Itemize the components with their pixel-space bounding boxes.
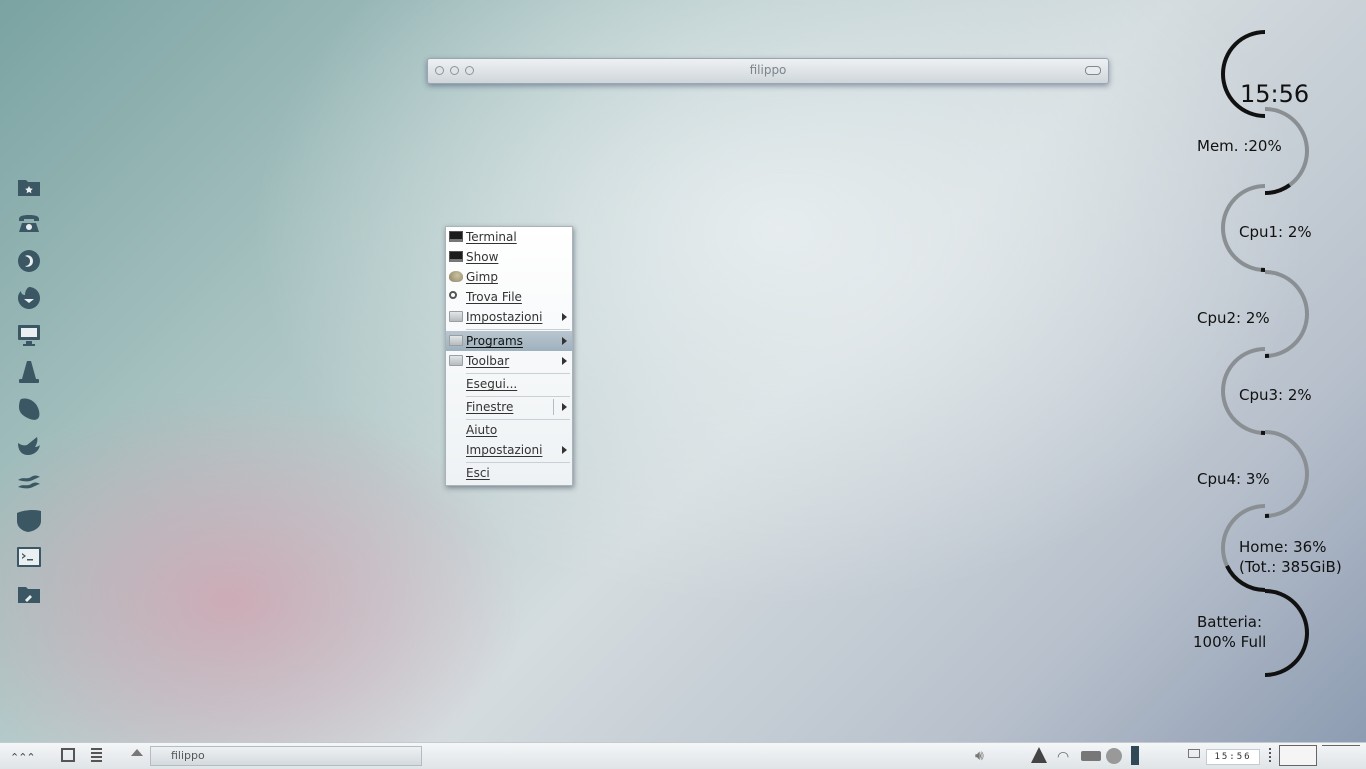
shield-icon[interactable] bbox=[14, 501, 44, 538]
settings-folder-icon[interactable] bbox=[14, 575, 44, 612]
panel-separator bbox=[1269, 748, 1271, 762]
monitor-icon bbox=[449, 251, 463, 262]
menu-item-trova-file[interactable]: Trova File bbox=[446, 287, 572, 307]
menu-item-label: Show bbox=[466, 247, 498, 267]
menu-item-label: Esci bbox=[466, 463, 490, 483]
menu-item-impostazioni-2[interactable]: Impostazioni bbox=[446, 440, 572, 460]
submenu-arrow-icon bbox=[562, 446, 567, 454]
menu-item-finestre[interactable]: Finestre bbox=[446, 397, 572, 417]
menu-item-label: Programs bbox=[466, 331, 523, 351]
menu-item-label: Esegui... bbox=[466, 374, 517, 394]
conky-battery-label: Batteria: bbox=[1197, 613, 1262, 631]
menu-item-label: Terminal bbox=[466, 227, 517, 247]
submenu-arrow-icon bbox=[562, 337, 567, 345]
conky-mem-label: Mem. :20% bbox=[1197, 137, 1282, 155]
menu-item-label: Impostazioni bbox=[466, 440, 542, 460]
menu-item-label: Trova File bbox=[466, 287, 522, 307]
desktop-context-menu: Terminal Show Gimp Trova File Impostazio… bbox=[445, 226, 573, 486]
conky-monitor: 15:56 Mem. :20% Cpu1: 2% Cpu2: 2% Cpu3: … bbox=[1180, 28, 1366, 708]
folder-icon bbox=[449, 335, 463, 346]
menu-item-esegui[interactable]: Esegui... bbox=[446, 374, 572, 394]
menu-item-label: Aiuto bbox=[466, 420, 497, 440]
monitor-icon[interactable] bbox=[14, 316, 44, 353]
thunderbird-icon[interactable] bbox=[14, 279, 44, 316]
folder-icon bbox=[449, 311, 463, 322]
menu-item-gimp[interactable]: Gimp bbox=[446, 267, 572, 287]
menu-item-toolbar[interactable]: Toolbar bbox=[446, 351, 572, 371]
bottom-panel: ⌃⌃⌃ filippo 🔊︎ ◠ 15:56 bbox=[0, 742, 1366, 769]
menu-separator bbox=[466, 329, 570, 330]
mem-arc-fill bbox=[1265, 185, 1290, 193]
conky-cpu3-label: Cpu3: 2% bbox=[1239, 386, 1312, 404]
search-icon bbox=[449, 291, 457, 299]
battery-arc-track bbox=[1265, 591, 1307, 675]
left-dock bbox=[14, 168, 44, 612]
conky-home-total: (Tot.: 385GiB) bbox=[1239, 558, 1342, 576]
arch-icon[interactable] bbox=[1031, 747, 1047, 763]
update-icon[interactable] bbox=[1106, 748, 1122, 764]
panel-clock[interactable]: 15:56 bbox=[1206, 749, 1260, 765]
folder-icon bbox=[449, 355, 463, 366]
menu-item-label: Impostazioni bbox=[466, 307, 542, 327]
conky-clock: 15:56 bbox=[1240, 80, 1309, 108]
conky-cpu2-label: Cpu2: 2% bbox=[1197, 309, 1270, 327]
cpu2-arc-track bbox=[1265, 272, 1307, 356]
terminal-icon bbox=[449, 231, 463, 242]
conky-cpu1-label: Cpu1: 2% bbox=[1239, 223, 1312, 241]
app-window-titlebar[interactable]: filippo bbox=[427, 58, 1109, 84]
shade-button[interactable] bbox=[1085, 66, 1101, 75]
menu-item-label: Finestre bbox=[466, 397, 513, 417]
taskbar-button[interactable]: filippo bbox=[150, 746, 422, 766]
wifi-icon[interactable]: ◠ bbox=[1057, 749, 1069, 765]
battery-arc-fill bbox=[1265, 591, 1307, 675]
cpu4-arc-track bbox=[1265, 432, 1307, 516]
conky-arcs bbox=[1180, 28, 1366, 708]
menu-item-show[interactable]: Show bbox=[446, 247, 572, 267]
conky-cpu4-label: Cpu4: 3% bbox=[1197, 470, 1270, 488]
list-icon[interactable] bbox=[91, 748, 102, 763]
phone-icon[interactable] bbox=[14, 205, 44, 242]
home-icon[interactable] bbox=[131, 749, 143, 756]
workspace-2[interactable] bbox=[1322, 745, 1360, 766]
menu-item-label: Toolbar bbox=[466, 351, 509, 371]
menu-item-impostazioni[interactable]: Impostazioni bbox=[446, 307, 572, 327]
up-arrows-icon[interactable]: ⌃⌃⌃ bbox=[10, 751, 35, 764]
libreoffice-icon[interactable] bbox=[14, 464, 44, 501]
fullscreen-icon[interactable] bbox=[61, 748, 75, 762]
conky-home-label: Home: 36% bbox=[1239, 538, 1326, 556]
submenu-arrow-icon bbox=[562, 313, 567, 321]
battery-icon[interactable] bbox=[1081, 751, 1101, 761]
mail-icon[interactable] bbox=[1188, 749, 1200, 758]
menu-item-terminal[interactable]: Terminal bbox=[446, 227, 572, 247]
submenu-arrow-icon bbox=[562, 357, 567, 365]
menu-divider bbox=[553, 399, 554, 415]
submenu-arrow-icon bbox=[562, 403, 567, 411]
home-folder-icon[interactable] bbox=[14, 168, 44, 205]
firefox-icon[interactable] bbox=[14, 242, 44, 279]
terminal-icon[interactable] bbox=[14, 538, 44, 575]
menu-item-label: Gimp bbox=[466, 267, 498, 287]
menu-item-esci[interactable]: Esci bbox=[446, 463, 572, 483]
volume-icon[interactable]: 🔊︎ bbox=[975, 748, 984, 764]
menu-item-aiuto[interactable]: Aiuto bbox=[446, 420, 572, 440]
menu-item-programs[interactable]: Programs bbox=[446, 331, 572, 351]
pidgin-icon[interactable] bbox=[14, 390, 44, 427]
gimp-icon bbox=[449, 271, 463, 282]
workspace-1[interactable] bbox=[1279, 745, 1317, 766]
vlc-icon[interactable] bbox=[14, 353, 44, 390]
gimp-icon[interactable] bbox=[14, 427, 44, 464]
conky-battery-status: 100% Full bbox=[1193, 633, 1266, 651]
window-title: filippo bbox=[428, 63, 1108, 77]
cpu-meter-icon bbox=[1131, 746, 1139, 765]
task-title: filippo bbox=[171, 749, 205, 762]
